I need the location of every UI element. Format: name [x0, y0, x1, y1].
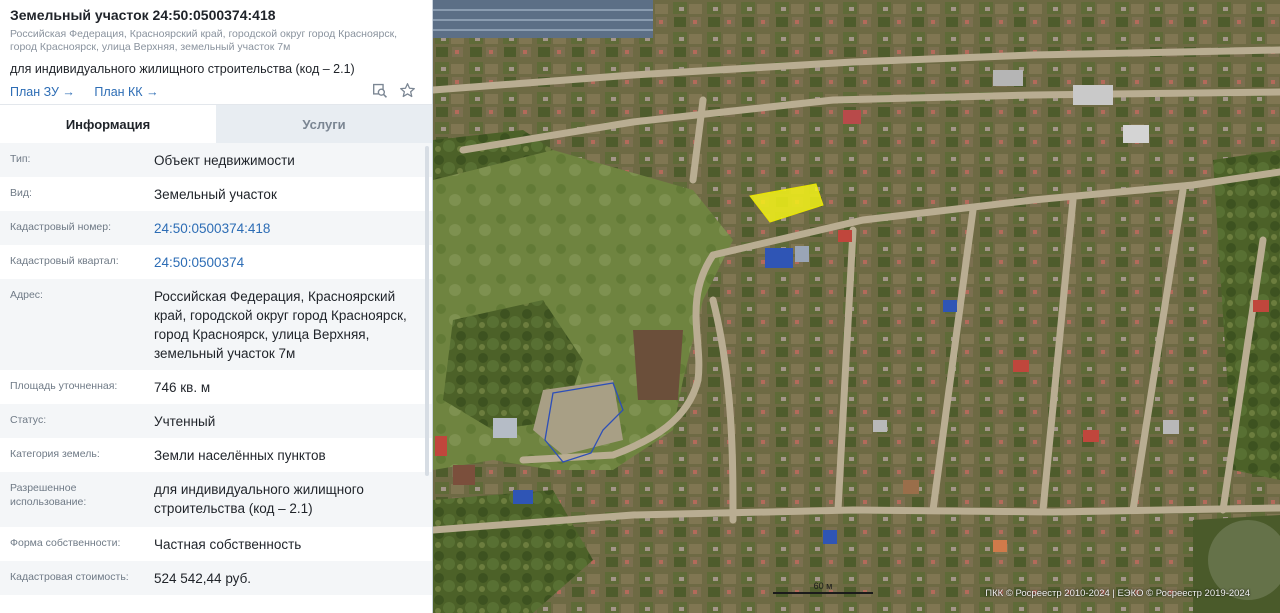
- row-key: Площадь уточненная:: [10, 380, 118, 392]
- address-subtitle: Российская Федерация, Красноярский край,…: [10, 28, 398, 53]
- row-key: Форма собственности:: [10, 537, 121, 549]
- page-title: Земельный участок 24:50:0500374:418: [10, 7, 276, 23]
- purpose-text: для индивидуального жилищного строительс…: [10, 62, 355, 76]
- tab-services[interactable]: Услуги: [216, 105, 432, 143]
- row-key: Вид:: [10, 187, 32, 199]
- scale-bar: [773, 592, 873, 594]
- table-row: Категория земель: Земли населённых пункт…: [0, 438, 432, 472]
- info-panel: Земельный участок 24:50:0500374:418 Росс…: [0, 0, 433, 613]
- table-row: Разрешенное использование: для индивидуа…: [0, 472, 432, 527]
- plan-kk-link[interactable]: План КК →: [94, 85, 158, 99]
- row-value: Частная собственность: [154, 537, 302, 552]
- row-key: Тип:: [10, 153, 31, 165]
- table-row: Кадастровый номер: 24:50:0500374:418: [0, 211, 432, 245]
- row-value: Российская Федерация, Красноярский край,…: [154, 289, 407, 361]
- row-key: Кадастровый номер:: [10, 221, 112, 233]
- satellite-map[interactable]: 60 м ПКК © Росреестр 2010-2024 | ЕЭКО © …: [433, 0, 1280, 613]
- cadastral-quarter-link[interactable]: 24:50:0500374: [154, 253, 422, 279]
- row-value: Земельный участок: [154, 187, 277, 202]
- row-key: Адрес:: [10, 289, 43, 301]
- table-row: Площадь уточненная: 746 кв. м: [0, 370, 432, 404]
- star-icon[interactable]: [399, 82, 416, 99]
- row-value: Учтенный: [154, 414, 216, 429]
- row-key: Статус:: [10, 414, 47, 426]
- row-value: 746 кв. м: [154, 380, 211, 395]
- table-row: Кадастровый квартал: 24:50:0500374: [0, 245, 432, 279]
- row-value: Объект недвижимости: [154, 153, 295, 168]
- table-row: Статус: Учтенный: [0, 404, 432, 438]
- table-row: Адрес: Российская Федерация, Красноярски…: [0, 279, 432, 370]
- search-icon[interactable]: [372, 82, 389, 99]
- plan-zu-link[interactable]: План ЗУ →: [10, 85, 75, 99]
- row-value: Земли населённых пунктов: [154, 448, 326, 463]
- tab-information[interactable]: Информация: [0, 105, 216, 143]
- tab-bar: Информация Услуги: [0, 104, 432, 143]
- row-value: 524 542,44 руб.: [154, 571, 252, 586]
- map-scale: 60 м: [773, 581, 873, 595]
- panel-header: Земельный участок 24:50:0500374:418 Росс…: [0, 0, 432, 104]
- header-actions: [372, 82, 416, 99]
- panel-scrollbar[interactable]: [425, 146, 429, 476]
- row-value: для индивидуального жилищного строительс…: [154, 482, 364, 516]
- table-row: Форма собственности: Частная собственнос…: [0, 527, 432, 561]
- row-key: Кадастровая стоимость:: [10, 571, 129, 583]
- map-copyright: ПКК © Росреестр 2010-2024 | ЕЭКО © Росре…: [985, 588, 1250, 599]
- table-row: Вид: Земельный участок: [0, 177, 432, 211]
- row-key: Категория земель:: [10, 448, 100, 460]
- attribute-table: Тип: Объект недвижимости Вид: Земельный …: [0, 143, 432, 595]
- scale-label: 60 м: [813, 581, 833, 591]
- row-key: Разрешенное использование:: [10, 482, 87, 508]
- table-row: Тип: Объект недвижимости: [0, 143, 432, 177]
- table-row: Кадастровая стоимость: 524 542,44 руб.: [0, 561, 432, 595]
- plan-links: План ЗУ → План КК →: [10, 85, 422, 99]
- cadastral-number-link[interactable]: 24:50:0500374:418: [154, 219, 422, 245]
- row-key: Кадастровый квартал:: [10, 255, 119, 267]
- map-imagery: [433, 0, 1280, 613]
